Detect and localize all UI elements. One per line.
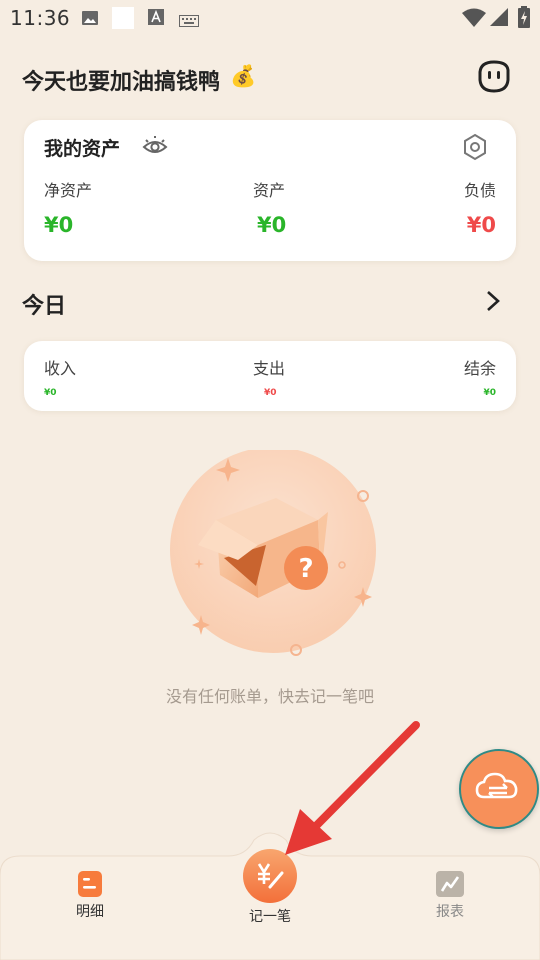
assets-label: 资产 [253,181,286,200]
income-value: ¥0 [44,388,57,398]
wifi-icon [462,8,486,32]
balance-label: 结余 [463,359,496,378]
liabilities-value: ¥0 [466,213,496,237]
balance-value: ¥0 [483,388,496,398]
money-bag-icon: 💰 [230,64,257,88]
empty-box-illustration: ? [168,447,383,660]
assets-card[interactable]: 我的资产 净资产 资产 负债 ¥0 ¥0 ¥0 [24,120,516,261]
svg-text:?: ? [298,554,313,584]
page-title: 今天也要加油搞钱鸭 [22,70,221,95]
income-label: 收入 [44,359,77,378]
nav-details[interactable]: 明细 [60,870,120,921]
nav-details-label: 明细 [76,904,104,920]
gallery-notification-icon [81,9,99,31]
assets-value: ¥0 [257,213,287,237]
today-section-title: 今日 [22,294,67,319]
liabilities-label: 负债 [463,181,496,200]
chevron-right-icon[interactable] [482,289,504,313]
nav-add-record-label: 记一笔 [249,909,291,925]
net-assets-label: 净资产 [44,181,93,200]
expense-label: 支出 [253,359,286,378]
empty-state-text: 没有任何账单，快去记一笔吧 [165,687,374,706]
annotation-arrow [270,715,430,865]
status-bar: 11:36 [0,0,540,36]
cloud-sync-icon [475,772,518,799]
expense-value: ¥0 [264,388,277,398]
status-time: 11:36 [10,6,71,30]
nav-reports[interactable]: 报表 [420,870,480,921]
robot-assistant-icon[interactable] [477,60,511,94]
keyboard-notification-icon [179,12,199,31]
eye-icon[interactable] [142,134,168,160]
blank-notification-icon [112,7,134,33]
battery-icon [518,6,530,32]
details-icon [78,871,102,897]
cloud-sync-button[interactable] [459,749,539,829]
settings-hexagon-icon[interactable] [462,133,488,161]
reports-icon [436,871,464,897]
today-summary-card[interactable]: 收入 支出 结余 ¥0 ¥0 ¥0 [24,341,516,411]
assets-card-title: 我的资产 [44,138,121,160]
font-notification-icon [148,9,164,29]
signal-icon [490,8,508,30]
nav-reports-label: 报表 [436,904,464,920]
net-assets-value: ¥0 [44,213,74,237]
